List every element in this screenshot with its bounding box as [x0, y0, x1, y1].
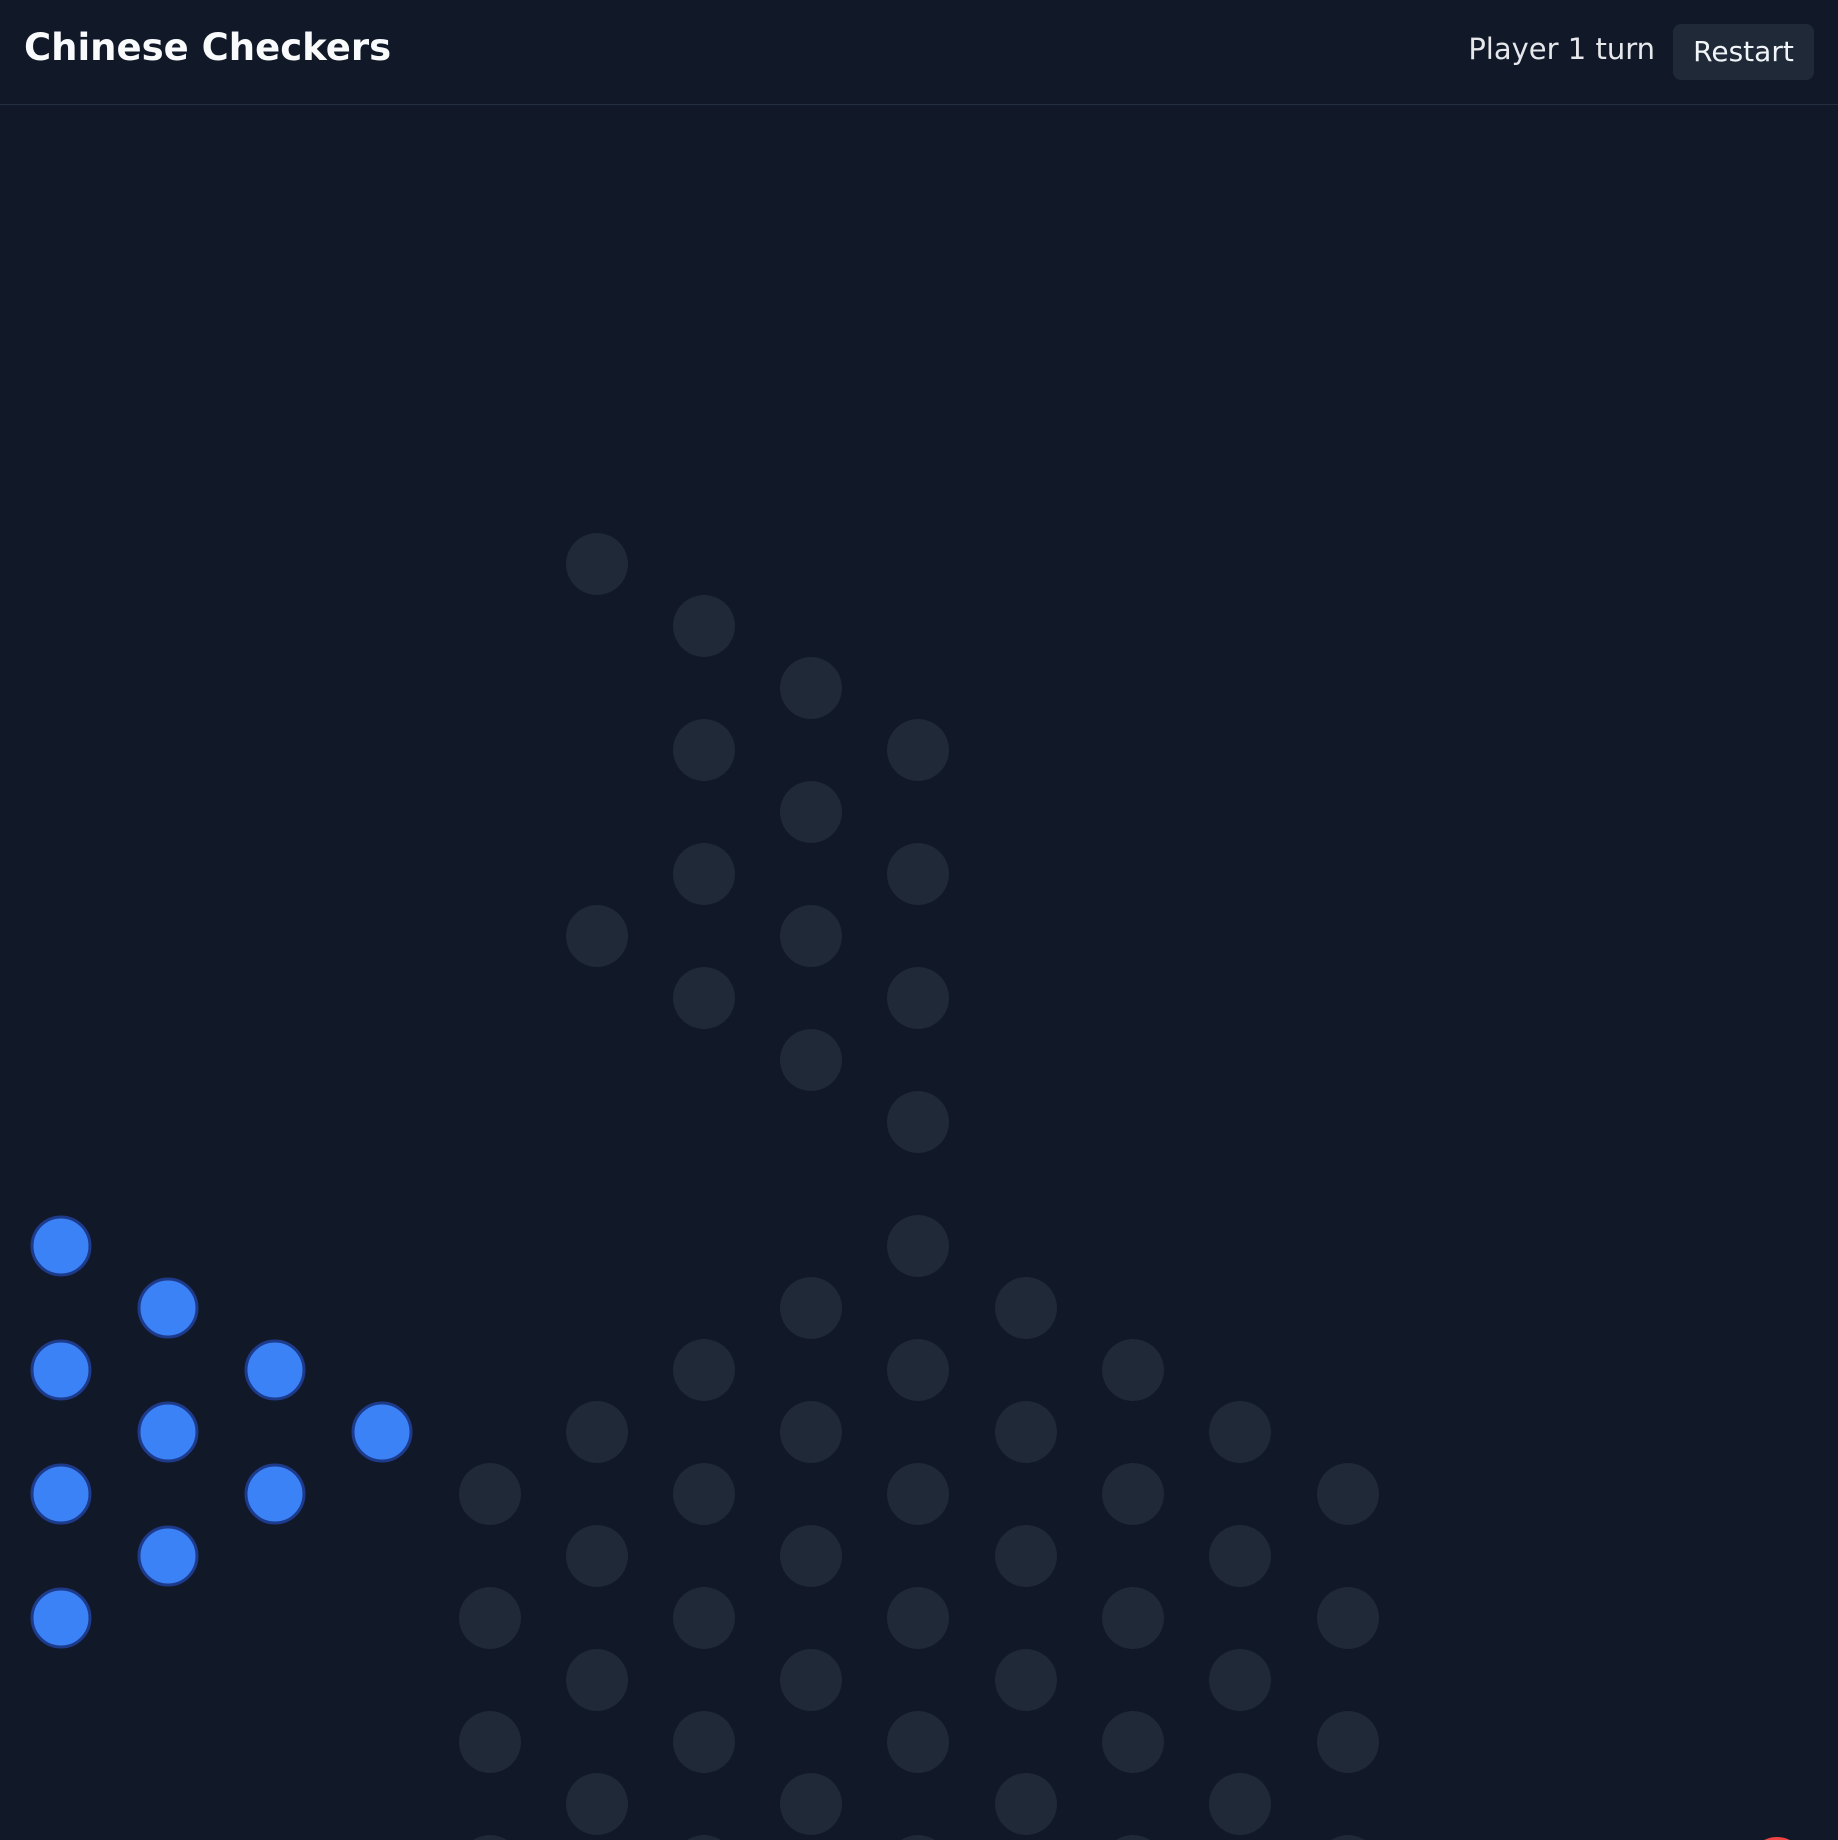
- empty-hole[interactable]: [887, 1587, 949, 1649]
- empty-hole[interactable]: [887, 1835, 949, 1840]
- empty-hole[interactable]: [673, 1463, 735, 1525]
- empty-hole[interactable]: [995, 1401, 1057, 1463]
- empty-hole[interactable]: [887, 719, 949, 781]
- empty-hole[interactable]: [566, 1525, 628, 1587]
- checkers-board: [30, 533, 1790, 1840]
- empty-hole[interactable]: [780, 1649, 842, 1711]
- empty-hole[interactable]: [780, 657, 842, 719]
- empty-hole[interactable]: [1102, 1711, 1164, 1773]
- empty-hole[interactable]: [1317, 1835, 1379, 1840]
- empty-hole[interactable]: [995, 1773, 1057, 1835]
- empty-hole[interactable]: [566, 1773, 628, 1835]
- player-1-piece[interactable]: [244, 1339, 306, 1401]
- empty-hole[interactable]: [1317, 1711, 1379, 1773]
- empty-hole[interactable]: [887, 1215, 949, 1277]
- empty-hole[interactable]: [673, 1587, 735, 1649]
- player-1-piece[interactable]: [244, 1463, 306, 1525]
- empty-hole[interactable]: [995, 1649, 1057, 1711]
- empty-hole[interactable]: [780, 905, 842, 967]
- empty-hole[interactable]: [1102, 1835, 1164, 1840]
- empty-hole[interactable]: [995, 1525, 1057, 1587]
- empty-hole[interactable]: [673, 719, 735, 781]
- empty-hole[interactable]: [780, 1029, 842, 1091]
- empty-hole[interactable]: [1102, 1339, 1164, 1401]
- empty-hole[interactable]: [995, 1277, 1057, 1339]
- player-1-piece[interactable]: [137, 1525, 199, 1587]
- empty-hole[interactable]: [566, 1401, 628, 1463]
- empty-hole[interactable]: [887, 1091, 949, 1153]
- empty-hole[interactable]: [780, 1525, 842, 1587]
- game-title: Chinese Checkers: [24, 26, 392, 69]
- player-1-piece[interactable]: [30, 1339, 92, 1401]
- empty-hole[interactable]: [1102, 1587, 1164, 1649]
- empty-hole[interactable]: [1209, 1773, 1271, 1835]
- empty-hole[interactable]: [566, 905, 628, 967]
- empty-hole[interactable]: [673, 843, 735, 905]
- player-1-piece[interactable]: [137, 1277, 199, 1339]
- game-header: Chinese Checkers Player 1 turn Restart: [0, 0, 1838, 105]
- empty-hole[interactable]: [1317, 1587, 1379, 1649]
- empty-hole[interactable]: [566, 533, 628, 595]
- player-1-piece[interactable]: [30, 1463, 92, 1525]
- player-1-piece[interactable]: [351, 1401, 413, 1463]
- empty-hole[interactable]: [887, 1711, 949, 1773]
- empty-hole[interactable]: [673, 1711, 735, 1773]
- empty-hole[interactable]: [780, 1773, 842, 1835]
- empty-hole[interactable]: [459, 1835, 521, 1840]
- empty-hole[interactable]: [673, 1339, 735, 1401]
- empty-hole[interactable]: [1209, 1649, 1271, 1711]
- empty-hole[interactable]: [673, 1835, 735, 1840]
- empty-hole[interactable]: [887, 967, 949, 1029]
- empty-hole[interactable]: [459, 1711, 521, 1773]
- empty-hole[interactable]: [673, 967, 735, 1029]
- empty-hole[interactable]: [887, 1339, 949, 1401]
- empty-hole[interactable]: [1209, 1401, 1271, 1463]
- empty-hole[interactable]: [780, 1277, 842, 1339]
- empty-hole[interactable]: [887, 843, 949, 905]
- empty-hole[interactable]: [1102, 1463, 1164, 1525]
- empty-hole[interactable]: [673, 595, 735, 657]
- empty-hole[interactable]: [566, 1649, 628, 1711]
- empty-hole[interactable]: [1317, 1463, 1379, 1525]
- empty-hole[interactable]: [459, 1587, 521, 1649]
- player-1-piece[interactable]: [30, 1587, 92, 1649]
- empty-hole[interactable]: [1209, 1525, 1271, 1587]
- empty-hole[interactable]: [780, 781, 842, 843]
- player-1-piece[interactable]: [137, 1401, 199, 1463]
- empty-hole[interactable]: [780, 1401, 842, 1463]
- empty-hole[interactable]: [887, 1463, 949, 1525]
- turn-status: Player 1 turn: [1468, 32, 1655, 66]
- restart-button[interactable]: Restart: [1673, 24, 1814, 80]
- player-1-piece[interactable]: [30, 1215, 92, 1277]
- empty-hole[interactable]: [459, 1463, 521, 1525]
